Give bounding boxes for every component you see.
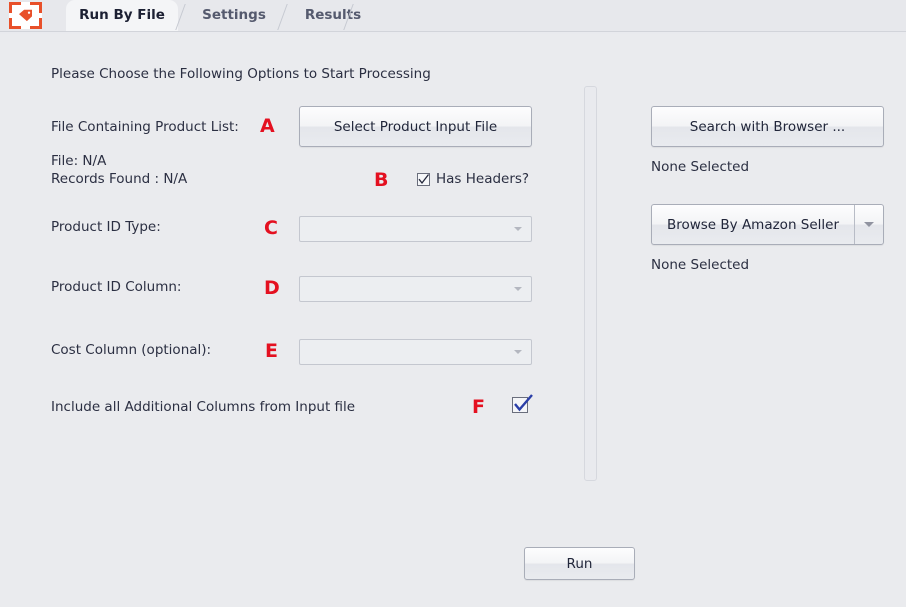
- cost-column-combobox[interactable]: [299, 339, 532, 365]
- chevron-down-icon: [864, 222, 874, 227]
- label-file-containing-product-list: File Containing Product List:: [51, 119, 239, 135]
- search-with-browser-button[interactable]: Search with Browser ...: [651, 106, 884, 147]
- chevron-down-icon: [514, 287, 522, 291]
- tab-results[interactable]: Results: [290, 0, 376, 31]
- product-id-type-combobox[interactable]: [299, 216, 532, 242]
- product-id-column-combobox[interactable]: [299, 276, 532, 302]
- app-logo: [9, 2, 42, 29]
- chevron-down-icon: [514, 227, 522, 231]
- select-product-input-file-button[interactable]: Select Product Input File: [299, 106, 532, 147]
- tab-bar: Run By File Settings Results: [0, 0, 906, 31]
- run-button[interactable]: Run: [524, 547, 635, 580]
- browse-by-amazon-seller-label[interactable]: Browse By Amazon Seller: [652, 205, 854, 244]
- has-headers-checkbox-row[interactable]: Has Headers?: [417, 171, 529, 187]
- label-cost-column: Cost Column (optional):: [51, 342, 212, 358]
- marker-c: C: [264, 217, 278, 239]
- marker-e: E: [265, 340, 278, 362]
- label-records-found: Records Found : N/A: [51, 171, 188, 187]
- intro-text: Please Choose the Following Options to S…: [51, 66, 431, 82]
- chevron-down-icon: [514, 350, 522, 354]
- has-headers-checkbox[interactable]: [417, 172, 430, 186]
- tab-settings[interactable]: Settings: [188, 0, 280, 31]
- search-with-browser-status: None Selected: [651, 159, 750, 175]
- browse-by-amazon-seller-split-button[interactable]: Browse By Amazon Seller: [651, 204, 884, 245]
- include-additional-columns-checkbox[interactable]: [512, 394, 533, 413]
- has-headers-label: Has Headers?: [436, 171, 530, 187]
- browse-by-amazon-seller-dropdown[interactable]: [854, 205, 883, 244]
- price-tag-icon: [19, 9, 32, 22]
- checkmark-icon: [418, 173, 430, 184]
- vertical-divider: [584, 86, 597, 481]
- label-product-id-type: Product ID Type:: [51, 219, 161, 235]
- tab-run-by-file[interactable]: Run By File: [66, 0, 178, 31]
- main-panel: Please Choose the Following Options to S…: [0, 34, 906, 607]
- marker-a: A: [260, 115, 275, 137]
- marker-b: B: [374, 169, 389, 191]
- label-product-id-column: Product ID Column:: [51, 279, 182, 295]
- browse-by-amazon-seller-status: None Selected: [651, 257, 750, 273]
- checkmark-icon: [514, 394, 533, 412]
- label-include-additional-columns: Include all Additional Columns from Inpu…: [51, 399, 356, 415]
- marker-f: F: [472, 396, 485, 418]
- marker-d: D: [264, 277, 280, 299]
- label-file-status: File: N/A: [51, 153, 107, 169]
